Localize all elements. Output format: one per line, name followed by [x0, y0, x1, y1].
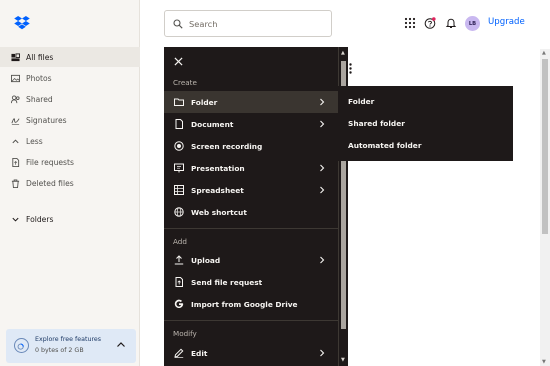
- chevron-right-icon: [320, 164, 325, 172]
- sidebar-item-less[interactable]: Less: [0, 131, 140, 151]
- menu-item-import-google-drive[interactable]: Import from Google Drive: [164, 293, 338, 315]
- create-menu: Create Folder Document Screen recording …: [164, 47, 338, 366]
- scrollbar-thumb[interactable]: [542, 59, 548, 234]
- menu-item-folder[interactable]: Folder: [164, 91, 338, 113]
- search-input[interactable]: [189, 18, 329, 29]
- menu-item-screen-recording[interactable]: Screen recording: [164, 135, 338, 157]
- sidebar-item-label: Less: [26, 136, 43, 146]
- chevron-down-icon: [11, 215, 20, 224]
- sidebar-item-label: File requests: [26, 157, 74, 167]
- menu-item-web-shortcut[interactable]: Web shortcut: [164, 201, 338, 223]
- dropbox-logo-icon[interactable]: [14, 16, 30, 30]
- avatar[interactable]: LB: [465, 16, 480, 31]
- globe-icon: [174, 207, 184, 217]
- edit-icon: [174, 348, 184, 358]
- upload-icon: [174, 255, 184, 265]
- menu-item-label: Document: [191, 119, 234, 129]
- sidebar-item-label: Deleted files: [26, 178, 74, 188]
- menu-item-label: Web shortcut: [191, 207, 247, 217]
- google-icon: [174, 299, 184, 309]
- document-icon: [174, 119, 184, 129]
- menu-item-document[interactable]: Document: [164, 113, 338, 135]
- section-create-label: Create: [173, 78, 197, 87]
- page-scrollbar[interactable]: ▲ ▼: [540, 49, 550, 366]
- storage-usage: 0 bytes of 2 GB: [35, 347, 84, 354]
- sidebar-item-label: Signatures: [26, 115, 67, 125]
- chevron-right-icon: [320, 349, 325, 357]
- search-box[interactable]: [164, 10, 332, 37]
- record-icon: [174, 141, 184, 151]
- share-icon: [11, 94, 20, 104]
- menu-divider: [164, 228, 338, 229]
- menu-item-spreadsheet[interactable]: Spreadsheet: [164, 179, 338, 201]
- menu-item-presentation[interactable]: Presentation: [164, 157, 338, 179]
- search-icon: [173, 18, 183, 29]
- submenu-item-automated-folder[interactable]: Automated folder: [338, 134, 513, 156]
- file-request-icon: [174, 277, 184, 287]
- storage-icon: [14, 338, 29, 353]
- menu-item-send-file-request[interactable]: Send file request: [164, 271, 338, 293]
- section-add-label: Add: [173, 237, 187, 246]
- file-request-icon: [11, 157, 20, 167]
- menu-item-label: Upload: [191, 255, 221, 265]
- chevron-right-icon: [320, 120, 325, 128]
- scroll-down-icon[interactable]: ▼: [542, 359, 546, 365]
- submenu-item-shared-folder[interactable]: Shared folder: [338, 112, 513, 134]
- sidebar-folders-toggle[interactable]: Folders: [0, 209, 140, 229]
- scroll-down-icon[interactable]: ▼: [341, 357, 345, 363]
- scroll-up-icon[interactable]: ▲: [542, 50, 546, 56]
- more-options-icon[interactable]: [349, 63, 352, 74]
- folder-submenu: Folder Shared folder Automated folder: [338, 86, 513, 161]
- submenu-item-folder[interactable]: Folder: [338, 90, 513, 112]
- presentation-icon: [174, 163, 184, 173]
- sidebar: All files Photos Shared Signatures Less …: [0, 0, 140, 366]
- menu-item-label: Edit: [191, 348, 208, 358]
- menu-item-label: Folder: [191, 97, 218, 107]
- upgrade-link[interactable]: Upgrade: [488, 17, 525, 27]
- folders-icon: [11, 52, 20, 62]
- photo-icon: [11, 74, 20, 83]
- section-modify-label: Modify: [173, 329, 197, 338]
- scroll-up-icon[interactable]: ▲: [341, 50, 345, 56]
- chevron-right-icon: [320, 98, 325, 106]
- sidebar-item-all-files[interactable]: All files: [0, 47, 140, 67]
- chevron-right-icon: [320, 256, 325, 264]
- sidebar-item-file-requests[interactable]: File requests: [0, 152, 140, 172]
- explore-features-banner[interactable]: Explore free features 0 bytes of 2 GB: [6, 329, 136, 363]
- menu-item-edit[interactable]: Edit: [164, 342, 338, 364]
- spreadsheet-icon: [174, 185, 184, 195]
- chevron-up-icon: [11, 137, 20, 146]
- close-icon[interactable]: [174, 57, 183, 66]
- sidebar-item-signatures[interactable]: Signatures: [0, 110, 140, 130]
- folder-icon: [174, 97, 184, 107]
- sidebar-item-deleted-files[interactable]: Deleted files: [0, 173, 140, 193]
- sidebar-item-shared[interactable]: Shared: [0, 89, 140, 109]
- sidebar-item-label: Photos: [26, 73, 52, 83]
- menu-item-label: Send file request: [191, 277, 263, 287]
- menu-divider: [164, 320, 338, 321]
- sidebar-item-label: All files: [26, 52, 54, 62]
- menu-item-label: Presentation: [191, 163, 245, 173]
- menu-item-label: Spreadsheet: [191, 185, 244, 195]
- menu-item-upload[interactable]: Upload: [164, 249, 338, 271]
- app-grid-icon[interactable]: [404, 17, 416, 29]
- sidebar-item-label: Shared: [26, 94, 53, 104]
- signature-icon: [11, 116, 20, 125]
- promo-title: Explore free features: [35, 336, 102, 343]
- menu-item-label: Import from Google Drive: [191, 299, 298, 309]
- sidebar-item-photos[interactable]: Photos: [0, 68, 140, 88]
- chevron-up-icon[interactable]: [116, 340, 126, 350]
- folders-label: Folders: [26, 214, 54, 224]
- help-icon[interactable]: [424, 17, 436, 29]
- trash-icon: [11, 178, 20, 188]
- chevron-right-icon: [320, 186, 325, 194]
- menu-item-label: Screen recording: [191, 141, 263, 151]
- notification-bell-icon[interactable]: [445, 17, 457, 29]
